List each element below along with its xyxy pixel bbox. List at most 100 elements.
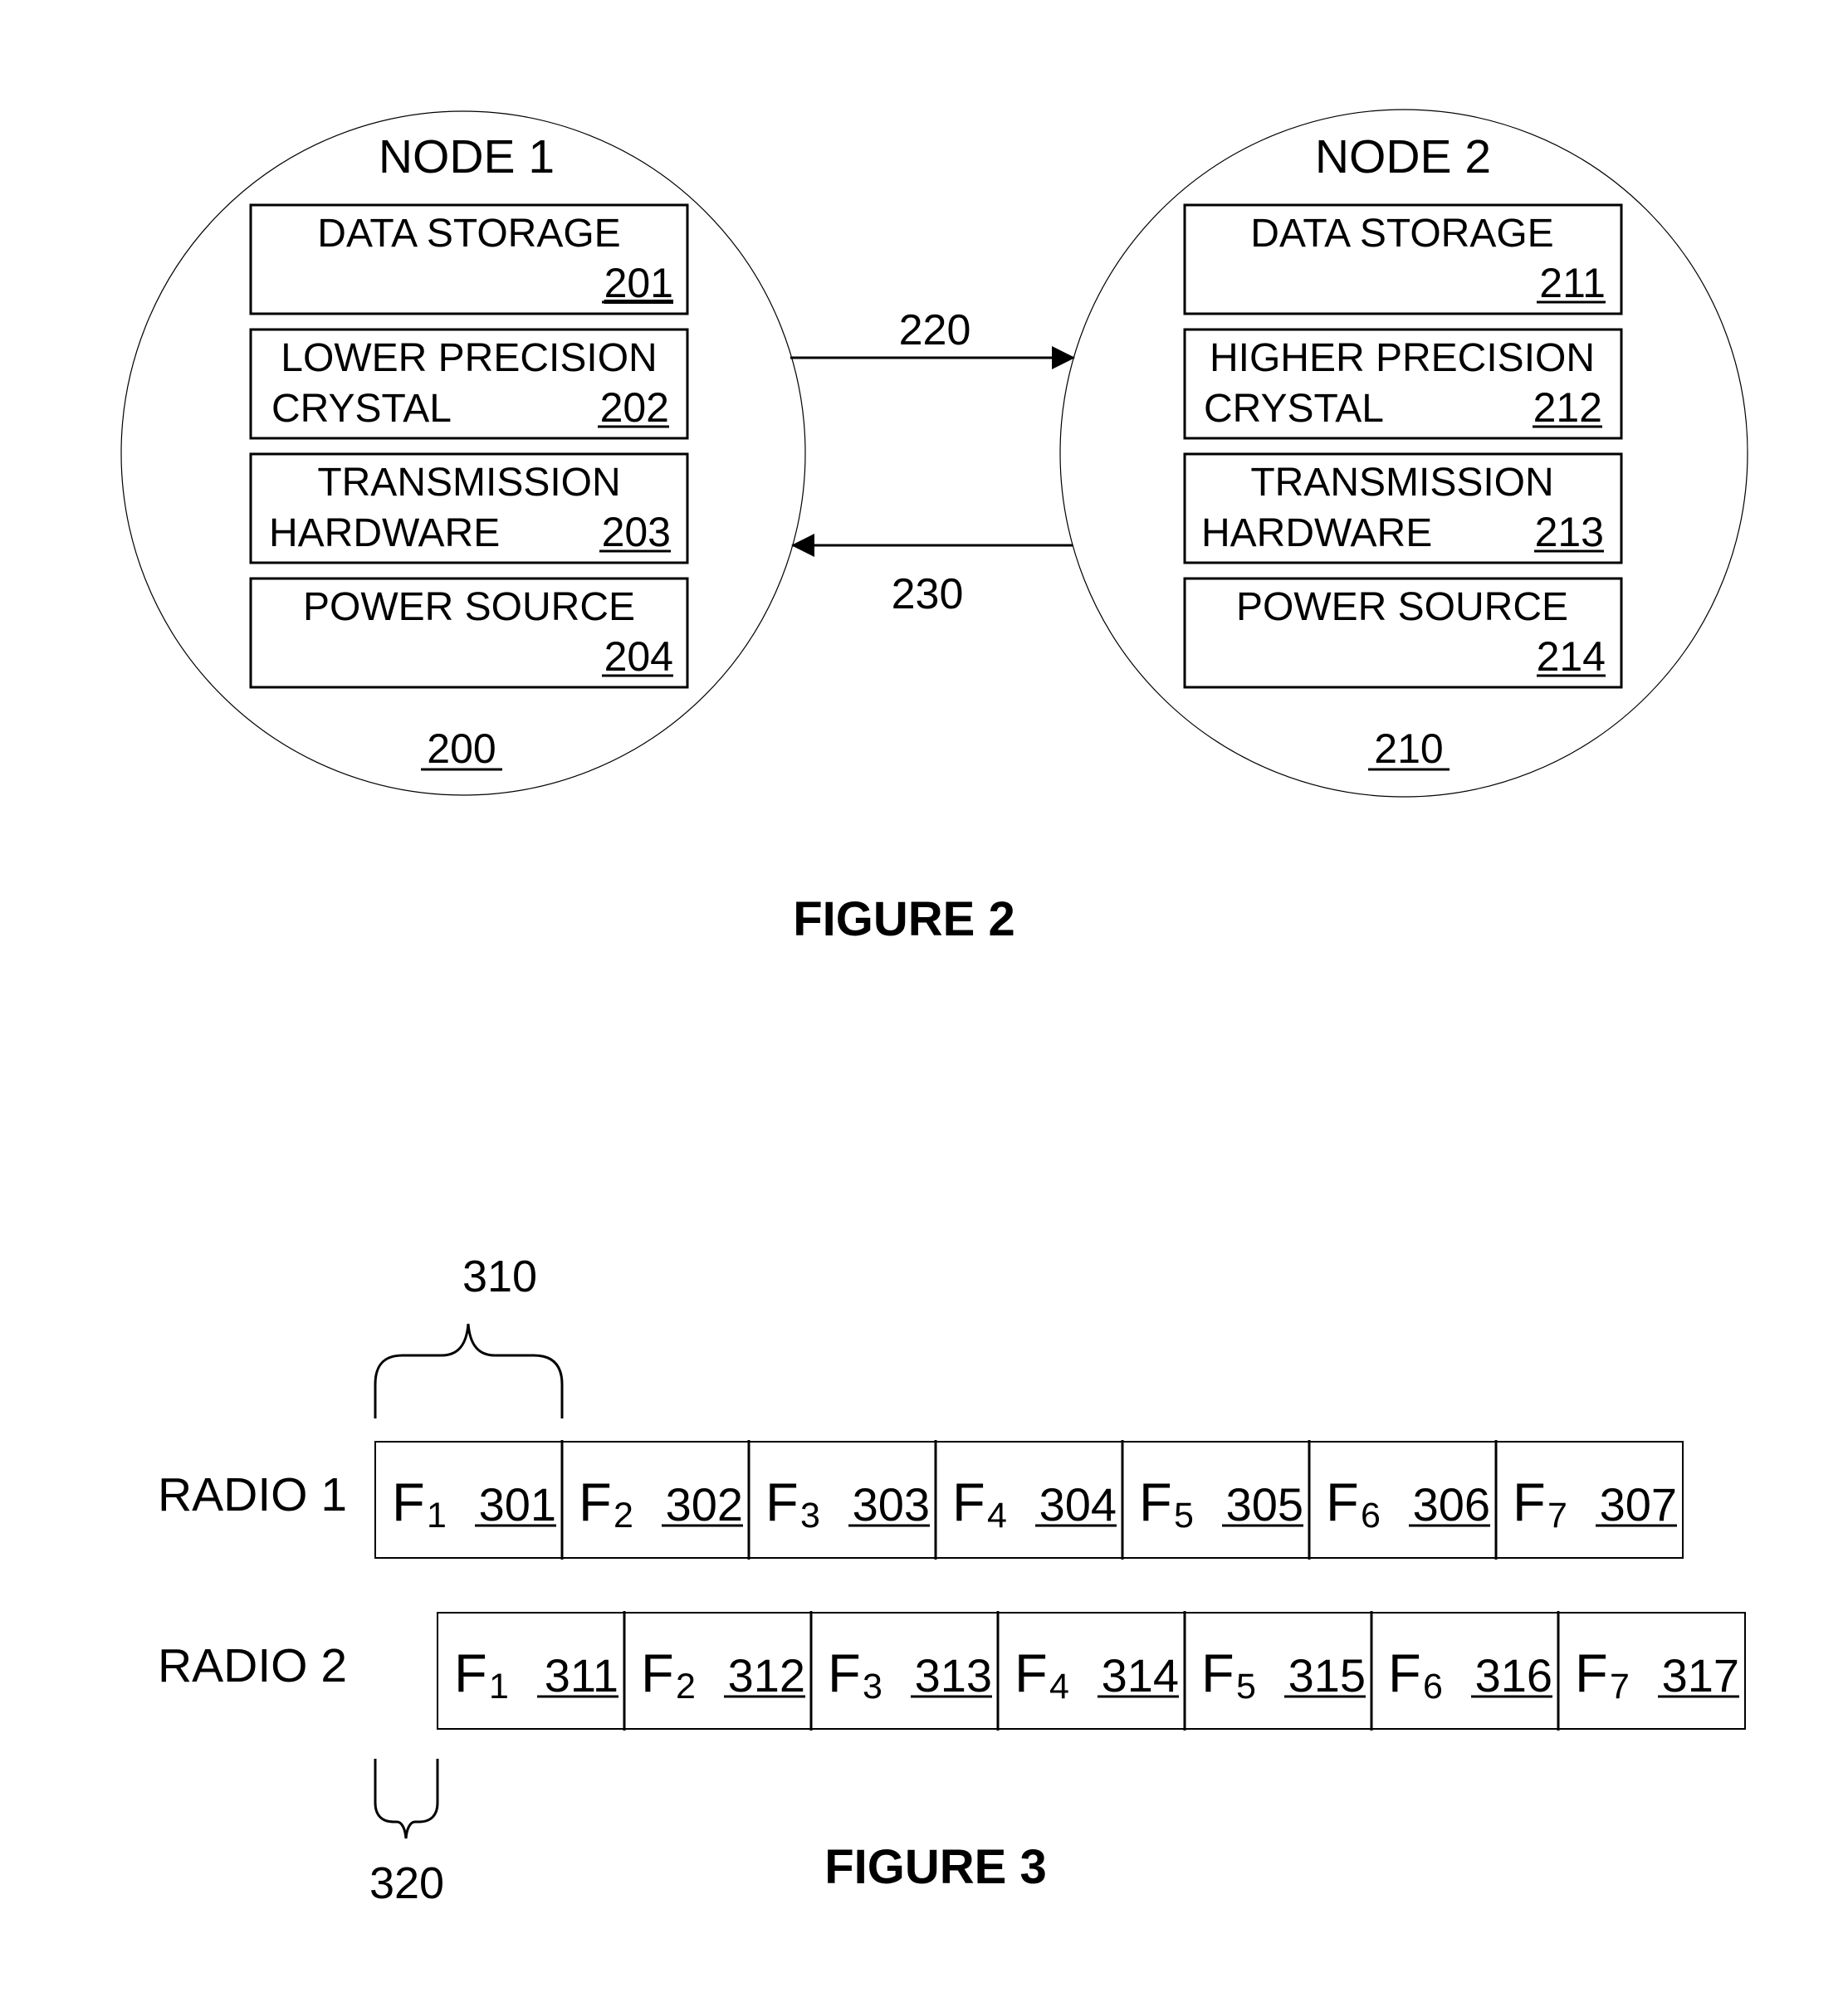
node-1-data-storage-label: DATA STORAGE bbox=[317, 212, 620, 256]
slot-frequency-letter: F bbox=[828, 1643, 861, 1703]
radio-1-slots: F 1 301 F 2 302 F 3 303 F 4 304 F 5 305 F 6 306 F 7 307 bbox=[374, 1440, 1684, 1560]
figure-2: NODE 1 DATA STORAGE 201 LOWER PRECISION … bbox=[120, 109, 1748, 946]
slot-frequency-letter: F bbox=[1513, 1472, 1546, 1532]
slot-frequency-letter: F bbox=[1388, 1643, 1421, 1703]
slot-frequency-letter: F bbox=[392, 1472, 425, 1532]
slot-ref: 317 bbox=[1662, 1649, 1739, 1702]
slot-ref: 306 bbox=[1413, 1478, 1490, 1531]
slot-ref: 302 bbox=[666, 1478, 743, 1531]
slot-cell: F 3 303 bbox=[747, 1440, 930, 1560]
slot-frequency-index: 3 bbox=[800, 1496, 820, 1536]
slot-ref: 312 bbox=[728, 1649, 805, 1702]
slot-frequency-letter: F bbox=[1575, 1643, 1608, 1703]
patent-drawing: NODE 1 DATA STORAGE 201 LOWER PRECISION … bbox=[120, 109, 1748, 1908]
node-1-crystal-label-line1: LOWER PRECISION bbox=[281, 336, 657, 380]
slot-frequency-letter: F bbox=[641, 1643, 674, 1703]
slot-frequency-letter: F bbox=[579, 1472, 612, 1532]
slot-cell: F 4 304 bbox=[934, 1440, 1117, 1560]
slot-cell: F 1 311 bbox=[454, 1643, 618, 1706]
slot-frequency-letter: F bbox=[1139, 1472, 1172, 1532]
slot-frequency-index: 4 bbox=[987, 1496, 1007, 1536]
slot-frequency-letter: F bbox=[765, 1472, 799, 1532]
link-220: 220 bbox=[790, 306, 1075, 369]
node-2-data-storage-label: DATA STORAGE bbox=[1250, 212, 1553, 256]
node-2-transmission-label-line2: HARDWARE bbox=[1201, 511, 1432, 555]
brace-310-shape bbox=[374, 1323, 564, 1418]
node-2-title: NODE 2 bbox=[1315, 130, 1491, 183]
slot-frequency-letter: F bbox=[454, 1643, 487, 1703]
node-1-transmission-ref: 203 bbox=[602, 509, 671, 555]
slot-ref: 314 bbox=[1102, 1649, 1179, 1702]
slot-ref: 304 bbox=[1039, 1478, 1117, 1531]
slot-cell: F 7 307 bbox=[1494, 1440, 1677, 1560]
node-1-title: NODE 1 bbox=[379, 130, 555, 183]
node-2-crystal-ref: 212 bbox=[1533, 384, 1602, 431]
slot-cell: F 4 314 bbox=[996, 1611, 1179, 1731]
node-1-transmission-label-line1: TRANSMISSION bbox=[317, 461, 620, 505]
slot-cell: F 6 306 bbox=[1308, 1440, 1490, 1560]
slot-frequency-index: 7 bbox=[1547, 1496, 1567, 1536]
slot-frequency-letter: F bbox=[1014, 1643, 1048, 1703]
node-1-power-label: POWER SOURCE bbox=[303, 585, 635, 629]
node-2-power-label: POWER SOURCE bbox=[1236, 585, 1568, 629]
node-2-transmission-label-line1: TRANSMISSION bbox=[1250, 461, 1553, 505]
node-1-crystal-ref: 202 bbox=[600, 384, 669, 431]
slot-frequency-index: 3 bbox=[863, 1667, 882, 1706]
node-2-crystal-label-line1: HIGHER PRECISION bbox=[1210, 336, 1595, 380]
slot-frequency-index: 2 bbox=[614, 1496, 633, 1536]
slot-cell: F 5 305 bbox=[1121, 1440, 1303, 1560]
slot-frequency-index: 6 bbox=[1423, 1667, 1443, 1706]
slot-frequency-index: 6 bbox=[1361, 1496, 1381, 1536]
node-1-data-storage-ref: 201 bbox=[604, 260, 673, 306]
slot-frequency-letter: F bbox=[952, 1472, 985, 1532]
slot-frequency-index: 1 bbox=[489, 1667, 509, 1706]
figure-3: 310 RADIO 1 RADIO 2 F 1 301 F 2 302 F 3 303 F 4 304… bbox=[158, 1252, 1746, 1908]
slot-ref: 313 bbox=[915, 1649, 992, 1702]
slot-frequency-index: 7 bbox=[1610, 1667, 1630, 1706]
slot-ref: 316 bbox=[1475, 1649, 1552, 1702]
link-230-label: 230 bbox=[892, 570, 964, 618]
brace-310: 310 bbox=[374, 1252, 564, 1418]
brace-320-shape bbox=[374, 1759, 439, 1839]
slot-frequency-letter: F bbox=[1201, 1643, 1234, 1703]
node-1-transmission-label-line2: HARDWARE bbox=[269, 511, 500, 555]
slot-ref: 305 bbox=[1226, 1478, 1303, 1531]
slot-frequency-index: 5 bbox=[1174, 1496, 1194, 1536]
slot-cell: F 1 301 bbox=[392, 1472, 556, 1536]
slot-frequency-letter: F bbox=[1326, 1472, 1359, 1532]
radio-1-label: RADIO 1 bbox=[158, 1468, 347, 1521]
figure-3-caption: FIGURE 3 bbox=[824, 1840, 1047, 1894]
brace-320-label: 320 bbox=[369, 1858, 444, 1908]
brace-310-label: 310 bbox=[462, 1252, 537, 1301]
slot-ref: 303 bbox=[853, 1478, 930, 1531]
slot-cell: F 2 302 bbox=[560, 1440, 743, 1560]
node-2-power-ref: 214 bbox=[1537, 633, 1606, 680]
slot-cell: F 5 315 bbox=[1183, 1611, 1366, 1731]
radio-2-label: RADIO 2 bbox=[158, 1639, 347, 1692]
slot-ref: 315 bbox=[1288, 1649, 1366, 1702]
brace-320: 320 bbox=[369, 1759, 444, 1908]
node-2: NODE 2 DATA STORAGE 211 HIGHER PRECISION… bbox=[1059, 109, 1748, 798]
node-1-crystal-label-line2: CRYSTAL bbox=[271, 387, 452, 431]
slot-ref: 301 bbox=[479, 1478, 556, 1531]
figure-2-caption: FIGURE 2 bbox=[793, 892, 1015, 946]
slot-cell: F 2 312 bbox=[623, 1611, 805, 1731]
node-2-ref: 210 bbox=[1374, 725, 1443, 772]
node-2-data-storage-ref: 211 bbox=[1539, 260, 1606, 306]
slot-ref: 311 bbox=[545, 1649, 618, 1702]
node-2-transmission-ref: 213 bbox=[1535, 509, 1604, 555]
slot-cell: F 6 316 bbox=[1370, 1611, 1552, 1731]
slot-cell: F 7 317 bbox=[1557, 1611, 1739, 1731]
node-1-ref: 200 bbox=[427, 725, 496, 772]
slot-frequency-index: 5 bbox=[1236, 1667, 1256, 1706]
link-230: 230 bbox=[791, 534, 1073, 618]
slot-frequency-index: 4 bbox=[1049, 1667, 1069, 1706]
radio-2-slots: F 1 311 F 2 312 F 3 313 F 4 314 F 5 315 F 6 316 F 7 317 bbox=[437, 1611, 1746, 1731]
slot-cell: F 3 313 bbox=[809, 1611, 992, 1731]
slot-frequency-index: 1 bbox=[427, 1496, 447, 1536]
node-2-crystal-label-line2: CRYSTAL bbox=[1204, 387, 1384, 431]
node-1: NODE 1 DATA STORAGE 201 LOWER PRECISION … bbox=[120, 110, 806, 796]
slot-ref: 307 bbox=[1600, 1478, 1677, 1531]
node-1-power-ref: 204 bbox=[604, 633, 673, 680]
link-220-label: 220 bbox=[899, 306, 971, 354]
